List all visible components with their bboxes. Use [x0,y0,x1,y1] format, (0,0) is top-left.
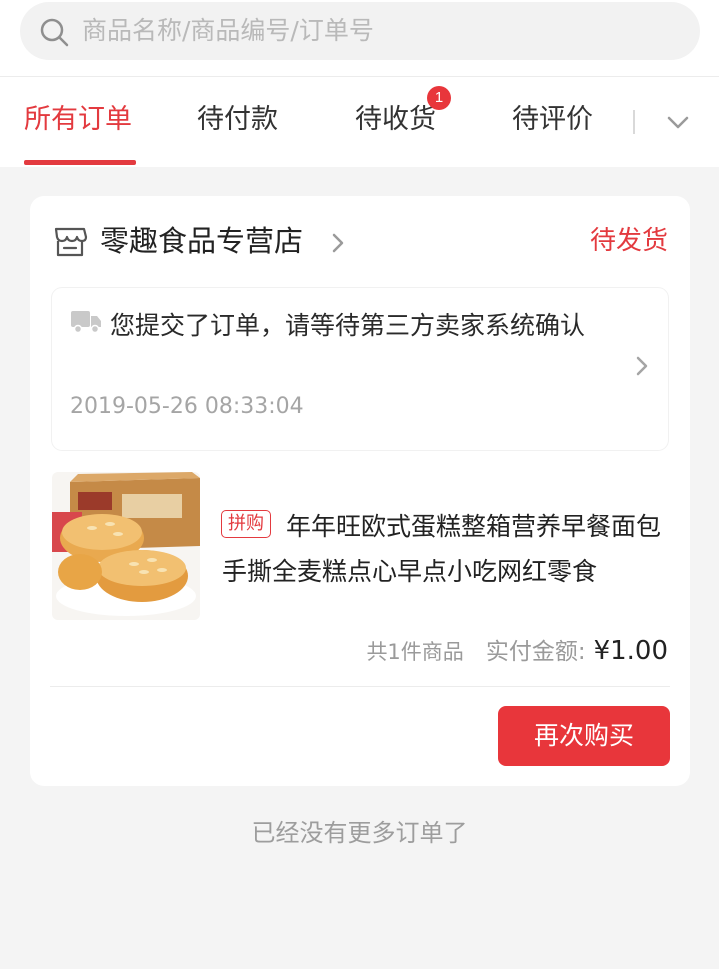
tab-pending-payment[interactable]: 待付款 [197,100,278,140]
tab-all-orders[interactable]: 所有订单 [24,100,132,140]
order-status: 待发货 [589,226,668,256]
store-name[interactable]: 零趣食品专营店 [100,221,303,261]
notice-text: 您提交了订单，请等待第三方卖家系统确认 [110,311,586,340]
product-title[interactable]: 年年旺欧式蛋糕整箱营养早餐面包手撕全麦糕点心早点小吃网红零食 [222,504,674,594]
pending-receipt-badge: 1 [427,86,451,110]
search-placeholder: 商品名称/商品编号/订单号 [82,16,374,45]
divider [0,76,719,77]
active-tab-indicator [24,160,136,165]
end-of-list-note: 已经没有更多订单了 [251,819,468,847]
search-input[interactable]: 商品名称/商品编号/订单号 [20,2,700,60]
buy-again-button[interactable]: 再次购买 [498,706,670,766]
tab-pending-review[interactable]: 待评价 [512,100,593,140]
order-card[interactable]: 零趣食品专营店 待发货 您提交了订单，请等待第三方卖家系统确认 2019-05-… [30,196,690,786]
search-icon [40,18,69,47]
tab-pending-receipt[interactable]: 待收货 [355,100,436,140]
paid-amount: ¥1.00 [593,636,668,666]
chevron-right-icon[interactable] [634,354,650,378]
store-icon [54,227,88,257]
chevron-down-icon[interactable] [664,110,692,134]
chevron-right-icon[interactable] [330,232,346,254]
tab-separator [633,110,635,134]
divider [50,686,670,687]
order-notice[interactable]: 您提交了订单，请等待第三方卖家系统确认 2019-05-26 08:33:04 [52,288,668,450]
product-image[interactable] [52,472,200,620]
order-summary: 共1件商品 实付金额: ¥1.00 [366,632,668,666]
item-count: 共1件商品 [366,640,464,664]
notice-timestamp: 2019-05-26 08:33:04 [70,394,304,419]
paid-label: 实付金额: [485,639,586,665]
top-bar: 商品名称/商品编号/订单号 所有订单 待付款 待收货 1 待评价 [0,0,719,167]
